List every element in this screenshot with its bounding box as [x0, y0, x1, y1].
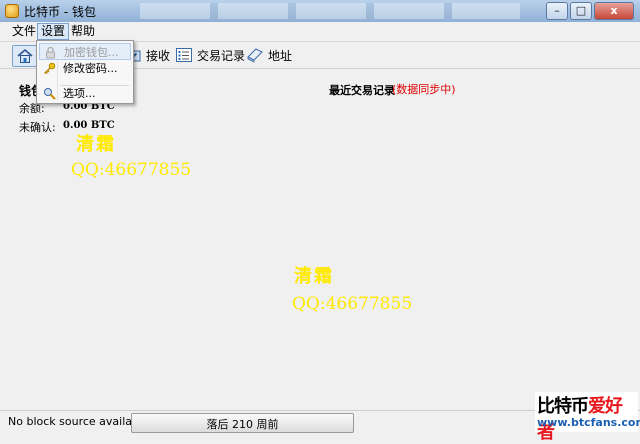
- site-logo: 比特币爱好者 www.btcfans.com: [535, 392, 640, 443]
- maximize-button[interactable]: □: [570, 2, 592, 20]
- menu-encrypt-wallet-label: 加密钱包...: [64, 46, 119, 59]
- site-logo-url: www.btcfans.com: [537, 416, 640, 429]
- watermark-qq: QQ:46677855: [71, 160, 192, 180]
- menu-options[interactable]: 选项...: [39, 86, 131, 101]
- lock-icon: [44, 46, 57, 59]
- sync-progress-bar: 落后 210 周前: [131, 413, 354, 433]
- title-bar: 比特币 - 钱包 – □ x: [0, 0, 640, 23]
- window-controls: – □ x: [544, 2, 634, 20]
- menu-bar: 文件 设置 帮助: [0, 22, 640, 42]
- menu-help[interactable]: 帮助: [68, 24, 98, 39]
- minimize-button[interactable]: –: [546, 2, 568, 20]
- menu-file[interactable]: 文件: [9, 24, 39, 39]
- watermark-name: 清霜: [294, 266, 334, 287]
- bitcoin-app-icon: [5, 4, 19, 18]
- menu-settings[interactable]: 设置: [37, 23, 70, 40]
- unconfirmed-label: 未确认:: [19, 121, 56, 134]
- settings-dropdown-menu: 加密钱包... 修改密码... 选项...: [36, 40, 134, 104]
- close-button[interactable]: x: [594, 2, 634, 20]
- recent-transactions-title: 最近交易记录: [329, 84, 395, 97]
- home-icon: [16, 48, 34, 64]
- receive-label: 接收: [146, 48, 171, 63]
- sync-progress-text: 落后 210 周前: [206, 418, 279, 431]
- transactions-button[interactable]: 交易记录: [175, 45, 245, 65]
- overview-page: 钱包 余额: 0.00 BTC 未确认: 0.00 BTC 最近交易记录 (数据…: [0, 69, 640, 409]
- transactions-label: 交易记录: [197, 48, 246, 63]
- watermark-qq: QQ:46677855: [292, 294, 413, 314]
- out-of-sync-warning: (数据同步中): [392, 83, 456, 96]
- site-logo-part1: 比特币: [537, 396, 589, 417]
- options-icon: [43, 87, 56, 100]
- menu-encrypt-wallet[interactable]: 加密钱包...: [39, 43, 131, 60]
- window-title: 比特币 - 钱包: [24, 5, 96, 19]
- address-book-button[interactable]: 地址: [246, 45, 292, 65]
- transactions-icon: [175, 47, 193, 63]
- overview-button[interactable]: [12, 45, 38, 67]
- watermark-name: 清霜: [76, 134, 116, 155]
- address-book-label: 地址: [268, 48, 293, 63]
- address-book-icon: [246, 47, 264, 63]
- background-window-tabs: [140, 3, 520, 19]
- menu-options-label: 选项...: [63, 87, 96, 100]
- key-icon: [43, 62, 56, 75]
- menu-change-passphrase-label: 修改密码...: [63, 62, 118, 75]
- menu-change-passphrase[interactable]: 修改密码...: [39, 60, 131, 77]
